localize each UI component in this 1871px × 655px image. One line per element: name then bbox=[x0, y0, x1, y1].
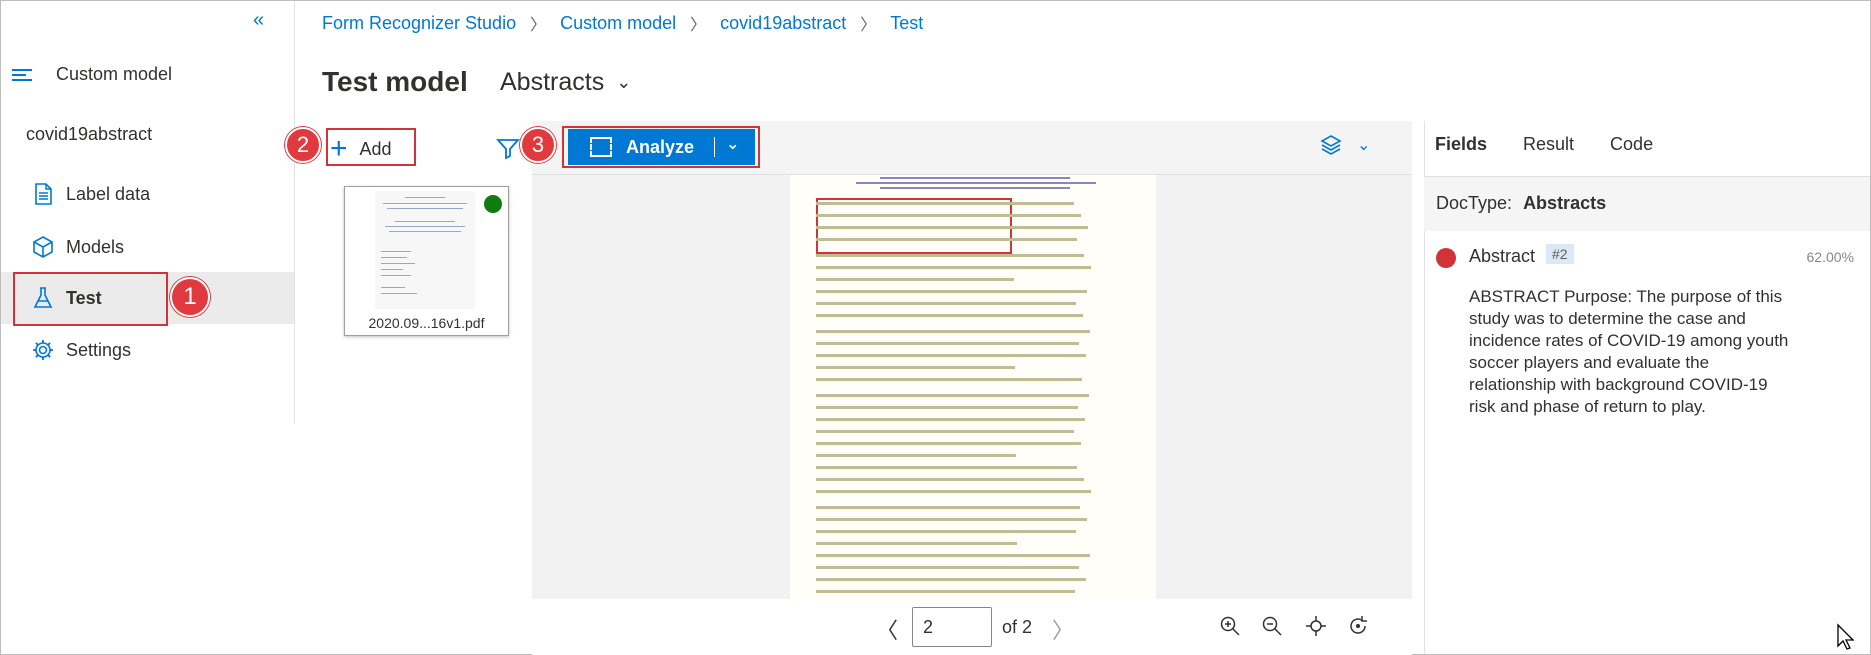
document-text-line bbox=[816, 226, 1088, 229]
doc-type-dropdown-value: Abstracts bbox=[500, 68, 605, 96]
document-icon bbox=[35, 183, 52, 205]
document-text-line bbox=[816, 566, 1079, 569]
document-text-line bbox=[816, 238, 1077, 241]
status-ok-icon bbox=[484, 195, 502, 213]
chevron-right-icon: 〉 bbox=[690, 17, 707, 34]
page-title: Test model bbox=[322, 66, 468, 97]
document-text-line bbox=[816, 542, 1017, 545]
document-text-line bbox=[816, 578, 1086, 581]
filter-icon[interactable] bbox=[496, 136, 520, 160]
document-text-line bbox=[816, 490, 1091, 493]
previous-page-icon[interactable]: 〈 bbox=[876, 613, 898, 645]
sidebar-header-label: Custom model bbox=[56, 64, 173, 84]
sidebar-header[interactable]: Custom model bbox=[12, 64, 172, 85]
field-index-badge: #2 bbox=[1546, 244, 1574, 264]
document-text-line bbox=[816, 266, 1091, 269]
zoom-in-icon[interactable] bbox=[1218, 614, 1242, 638]
document-text-line bbox=[816, 442, 1081, 445]
breadcrumb: Form Recognizer Studio 〉 Custom model 〉 … bbox=[322, 11, 923, 35]
field-name: Abstract bbox=[1469, 246, 1536, 266]
document-text-line bbox=[816, 314, 1083, 317]
field-value: ABSTRACT Purpose: The purpose of this st… bbox=[1469, 287, 1789, 416]
results-tabs: Fields Result Code bbox=[1435, 134, 1689, 165]
document-text-line bbox=[816, 518, 1087, 521]
document-text-line bbox=[816, 506, 1080, 509]
highlight-box-test bbox=[13, 272, 168, 326]
document-text-line bbox=[816, 214, 1081, 217]
chevron-right-icon: 〉 bbox=[530, 17, 547, 34]
zoom-out-icon[interactable] bbox=[1260, 614, 1284, 638]
step-badge-2: 2 bbox=[285, 127, 321, 163]
document-text-line bbox=[816, 554, 1090, 557]
sidebar-item-label-data[interactable]: Label data bbox=[1, 168, 294, 220]
page-count: of 2 bbox=[1002, 617, 1033, 637]
breadcrumb-link-custom-model[interactable]: Custom model bbox=[560, 13, 676, 34]
cube-icon bbox=[33, 236, 53, 258]
document-text-line bbox=[816, 202, 1074, 205]
document-text-line bbox=[816, 530, 1076, 533]
document-text-line bbox=[816, 302, 1076, 305]
menu-icon bbox=[12, 66, 34, 84]
document-text-line bbox=[816, 454, 1016, 457]
chevron-right-icon: 〉 bbox=[860, 17, 877, 34]
sidebar-item-label: Models bbox=[66, 236, 125, 257]
doctype-value: Abstracts bbox=[1523, 193, 1607, 213]
step-badge-1: 1 bbox=[170, 277, 210, 317]
document-text-line bbox=[880, 177, 1070, 179]
step-badge-3: 3 bbox=[520, 127, 556, 163]
highlight-box-analyze bbox=[562, 126, 760, 168]
document-text-line bbox=[816, 478, 1084, 481]
document-text-line bbox=[856, 182, 1096, 184]
chevron-down-icon: ⌄ bbox=[1357, 137, 1371, 154]
document-text-line bbox=[816, 406, 1078, 409]
document-text-line bbox=[816, 330, 1090, 333]
field-color-dot bbox=[1436, 248, 1456, 268]
field-confidence: 62.00% bbox=[1806, 249, 1854, 265]
sidebar-item-label: Settings bbox=[66, 339, 132, 360]
sidebar-item-label: Label data bbox=[66, 183, 151, 204]
document-text-line bbox=[816, 366, 1015, 369]
tab-result[interactable]: Result bbox=[1523, 134, 1574, 165]
breadcrumb-link-test[interactable]: Test bbox=[890, 13, 923, 34]
document-text-line bbox=[880, 187, 1070, 189]
document-page bbox=[790, 175, 1156, 599]
highlight-box-add bbox=[326, 128, 416, 166]
file-thumbnail[interactable]: 2020.09...16v1.pdf bbox=[344, 186, 509, 336]
tab-fields[interactable]: Fields bbox=[1435, 134, 1487, 165]
tab-code[interactable]: Code bbox=[1610, 134, 1653, 165]
collapse-sidebar-icon[interactable]: « bbox=[253, 9, 264, 32]
mouse-cursor-icon bbox=[1837, 623, 1855, 650]
layers-icon bbox=[1320, 135, 1342, 155]
document-text-line bbox=[816, 290, 1087, 293]
document-text-line bbox=[816, 430, 1074, 433]
breadcrumb-link-project[interactable]: covid19abstract bbox=[720, 13, 846, 34]
next-page-icon[interactable]: 〉 bbox=[1052, 613, 1074, 645]
document-text-line bbox=[816, 394, 1089, 397]
fit-to-page-icon[interactable] bbox=[1304, 614, 1328, 638]
document-text-line bbox=[816, 466, 1077, 469]
doc-type-dropdown[interactable]: Abstracts ⌄ bbox=[500, 68, 631, 97]
document-text-line bbox=[816, 418, 1085, 421]
document-text-line bbox=[816, 354, 1086, 357]
document-text-line bbox=[816, 590, 1075, 593]
sidebar-item-models[interactable]: Models bbox=[1, 221, 294, 273]
document-text-line bbox=[816, 378, 1082, 381]
document-text-line bbox=[816, 254, 1084, 257]
page-number-input[interactable] bbox=[912, 607, 992, 647]
document-text-line bbox=[816, 278, 1014, 281]
doctype-label: DocType: bbox=[1436, 193, 1513, 213]
file-name: 2020.09...16v1.pdf bbox=[368, 315, 485, 331]
layers-dropdown[interactable]: ⌄ bbox=[1319, 133, 1370, 157]
doctype-row: DocType: Abstracts bbox=[1424, 177, 1870, 231]
gear-icon bbox=[33, 340, 53, 360]
chevron-down-icon: ⌄ bbox=[616, 72, 632, 92]
project-name: covid19abstract bbox=[26, 124, 153, 144]
sidebar-item-settings[interactable]: Settings bbox=[1, 324, 294, 376]
thumbnail-page-preview bbox=[375, 191, 475, 309]
document-text-line bbox=[816, 342, 1079, 345]
breadcrumb-link-studio[interactable]: Form Recognizer Studio bbox=[322, 13, 516, 34]
rotate-icon[interactable] bbox=[1346, 614, 1370, 638]
